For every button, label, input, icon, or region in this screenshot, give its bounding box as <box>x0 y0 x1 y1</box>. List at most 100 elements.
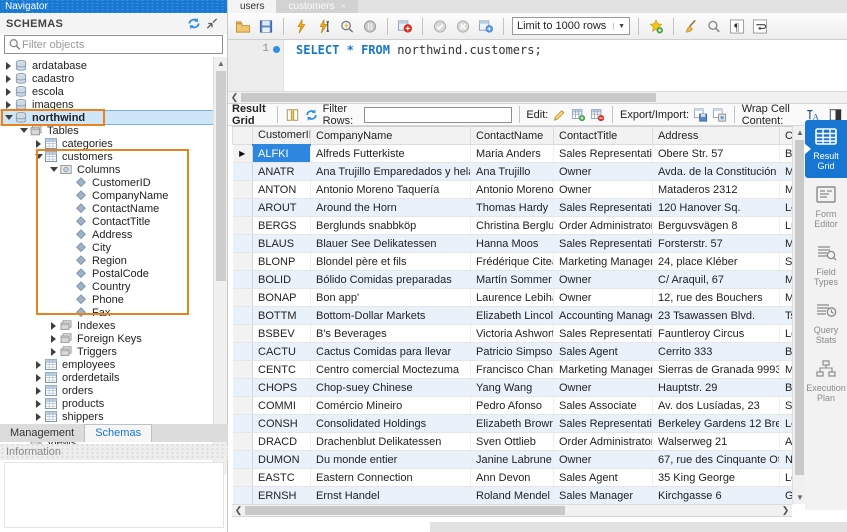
tab-users[interactable]: users <box>228 0 277 13</box>
cell-address[interactable]: Hauptstr. 29 <box>652 378 780 397</box>
expand-arrow-icon[interactable] <box>34 386 43 395</box>
tab-management[interactable]: Management <box>0 425 84 442</box>
cell-address[interactable]: 35 King George <box>652 468 780 487</box>
cell-customerid[interactable]: BLONP <box>252 252 311 271</box>
wrap-text-icon[interactable] <box>751 18 769 35</box>
row-selector[interactable] <box>232 162 253 181</box>
cell-address[interactable]: 12, rue des Bouchers <box>652 288 780 307</box>
tree-item-shippers[interactable]: shippers <box>0 410 213 423</box>
cell-companyname[interactable]: Bottom-Dollar Markets <box>310 306 471 325</box>
cell-contacttitle[interactable]: Owner <box>553 378 653 397</box>
cell-contacttitle[interactable]: Owner <box>553 450 653 469</box>
cell-address[interactable]: Berguvsvägen 8 <box>652 216 780 235</box>
row-selector[interactable] <box>232 378 253 397</box>
cell-address[interactable]: 67, rue des Cinquante Otages <box>652 450 780 469</box>
refresh-schemas-icon[interactable] <box>185 15 203 32</box>
cell-contacttitle[interactable]: Sales Associate <box>553 396 653 415</box>
cell-contactname[interactable]: Pedro Afonso <box>470 396 554 415</box>
row-selector[interactable] <box>232 486 253 505</box>
expand-arrow-icon[interactable] <box>34 412 43 421</box>
cell-address[interactable]: Av. dos Lusíadas, 23 <box>652 396 780 415</box>
cell-customerid[interactable]: BONAP <box>252 288 311 307</box>
cell-address[interactable]: 24, place Kléber <box>652 252 780 271</box>
cell-city[interactable]: Berlin <box>779 144 793 163</box>
tree-item-orders[interactable]: orders <box>0 384 213 397</box>
cell-customerid[interactable]: BLAUS <box>252 234 311 253</box>
cell-address[interactable]: Sierras de Granada 9993 <box>652 360 780 379</box>
cell-contacttitle[interactable]: Order Administrator <box>553 216 653 235</box>
beautify-sql-icon[interactable] <box>682 18 700 35</box>
cell-city[interactable]: Aachen <box>779 432 793 451</box>
tree-item-orderdetails[interactable]: orderdetails <box>0 371 213 384</box>
cell-companyname[interactable]: Alfreds Futterkiste <box>310 144 471 163</box>
cell-contactname[interactable]: Antonio Moreno <box>470 180 554 199</box>
cell-companyname[interactable]: Around the Horn <box>310 198 471 217</box>
row-selector[interactable] <box>232 342 253 361</box>
scrollbar-thumb[interactable] <box>245 506 565 515</box>
column-header-customerid[interactable]: CustomerID <box>252 126 311 146</box>
tree-item-postalcode[interactable]: PostalCode <box>0 267 213 280</box>
cell-companyname[interactable]: Comércio Mineiro <box>310 396 471 415</box>
row-selector[interactable] <box>232 270 253 289</box>
cell-address[interactable]: C/ Araquil, 67 <box>652 270 780 289</box>
tree-item-categories[interactable]: categories <box>0 137 213 150</box>
cell-contacttitle[interactable]: Sales Manager <box>553 486 653 505</box>
cell-customerid[interactable]: CONSH <box>252 414 311 433</box>
close-tab-icon[interactable]: × <box>341 0 346 13</box>
sql-code-editor[interactable]: 1 SELECT * FROM northwind.customers; <box>228 40 847 91</box>
grid-vertical-scrollbar[interactable]: ▲ ▼ <box>792 126 805 504</box>
cell-contacttitle[interactable]: Owner <box>553 270 653 289</box>
tree-item-companyname[interactable]: CompanyName <box>0 189 213 202</box>
cell-address[interactable]: Obere Str. 57 <box>652 144 780 163</box>
cell-address[interactable]: Walserweg 21 <box>652 432 780 451</box>
scroll-left-icon[interactable]: ❮ <box>228 92 241 103</box>
export-recordset-icon[interactable] <box>693 107 708 123</box>
expand-arrow-icon[interactable] <box>4 61 13 70</box>
cell-contacttitle[interactable]: Owner <box>553 288 653 307</box>
cell-contactname[interactable]: Janine Labrune <box>470 450 554 469</box>
view-button-execution-plan[interactable]: Execution Plan <box>805 352 847 410</box>
column-header-contactname[interactable]: ContactName <box>470 126 554 145</box>
tree-item-country[interactable]: Country <box>0 280 213 293</box>
scroll-left-icon[interactable]: ❮ <box>232 505 245 516</box>
view-button-result-grid[interactable]: Result Grid <box>804 120 847 178</box>
cell-companyname[interactable]: Bon app' <box>310 288 471 307</box>
row-selector[interactable] <box>232 414 253 433</box>
cell-customerid[interactable]: COMMI <box>252 396 311 415</box>
cell-city[interactable]: México D.F. <box>779 180 793 199</box>
find-icon[interactable] <box>705 18 723 35</box>
cell-customerid[interactable]: ANTON <box>252 180 311 199</box>
cell-customerid[interactable]: DUMON <box>252 450 311 469</box>
scroll-up-icon[interactable]: ▲ <box>214 57 227 70</box>
cell-companyname[interactable]: Ana Trujillo Emparedados y helados <box>310 162 471 181</box>
view-button-field-types[interactable]: Field Types <box>805 236 847 294</box>
cell-companyname[interactable]: Berglunds snabbköp <box>310 216 471 235</box>
cell-companyname[interactable]: Blauer See Delikatessen <box>310 234 471 253</box>
tree-item-address[interactable]: Address <box>0 228 213 241</box>
scrollbar-thumb[interactable] <box>216 71 226 281</box>
cell-city[interactable]: Luleå <box>779 216 793 235</box>
execute-current-icon[interactable] <box>315 18 333 35</box>
tree-item-northwind[interactable]: northwind <box>0 110 214 125</box>
tree-item-contacttitle[interactable]: ContactTitle <box>0 215 213 228</box>
cell-contactname[interactable]: Martín Sommer <box>470 270 554 289</box>
expand-arrow-icon[interactable] <box>34 139 43 148</box>
cell-customerid[interactable]: BSBEV <box>252 324 311 343</box>
tree-item-cadastro[interactable]: cadastro <box>0 72 213 85</box>
column-header-city[interactable]: City <box>779 126 793 145</box>
cell-contacttitle[interactable]: Sales Representative <box>553 414 653 433</box>
cell-city[interactable]: Bern <box>779 378 793 397</box>
cell-contactname[interactable]: Victoria Ashworth <box>470 324 554 343</box>
tab-customers[interactable]: customers × <box>276 0 358 13</box>
cell-companyname[interactable]: Drachenblut Delikatessen <box>310 432 471 451</box>
import-recordset-icon[interactable] <box>712 107 727 123</box>
cell-contactname[interactable]: Christina Berglund <box>470 216 554 235</box>
cell-contactname[interactable]: Elizabeth Brown <box>470 414 554 433</box>
cell-city[interactable]: México D.F. <box>779 360 793 379</box>
tree-item-customerid[interactable]: CustomerID <box>0 176 213 189</box>
scrollbar-thumb[interactable] <box>241 93 656 102</box>
cell-contacttitle[interactable]: Marketing Manager <box>553 360 653 379</box>
collapse-arrow-icon[interactable] <box>4 113 13 122</box>
execute-statement-icon[interactable] <box>292 18 310 35</box>
cell-address[interactable]: 120 Hanover Sq. <box>652 198 780 217</box>
